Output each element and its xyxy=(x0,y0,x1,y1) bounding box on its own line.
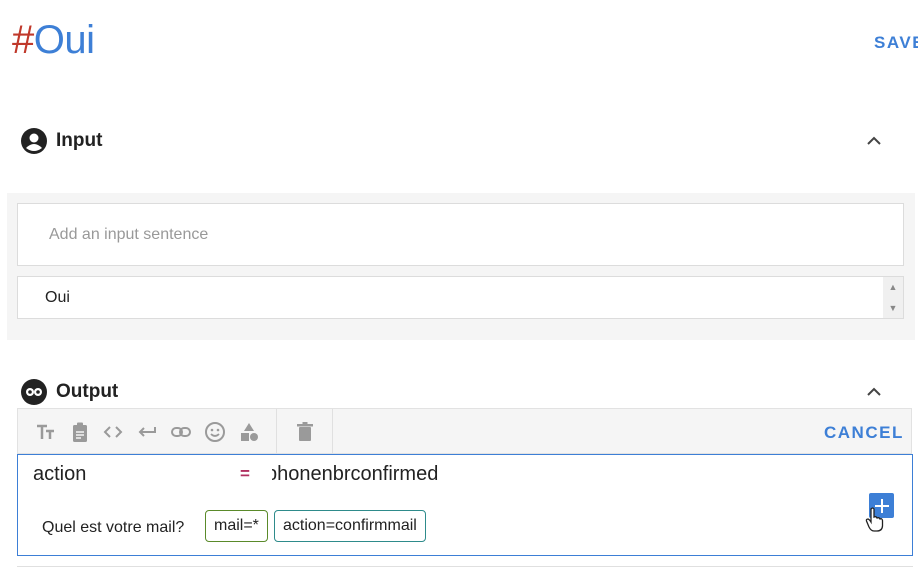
action-value[interactable]: phonenbrconfirmed xyxy=(272,463,438,485)
toolbar-separator xyxy=(332,409,333,453)
action-key[interactable]: action xyxy=(33,463,86,486)
output-section-title: Output xyxy=(56,381,119,402)
action-chip[interactable]: action=confirmmail xyxy=(274,510,426,542)
spin-up-icon[interactable]: ▲ xyxy=(889,282,898,292)
code-icon[interactable] xyxy=(102,421,124,443)
output-section-header[interactable]: Output xyxy=(20,377,118,407)
account-circle-icon xyxy=(21,128,47,154)
save-button[interactable]: SAVE xyxy=(874,33,918,53)
output-editor[interactable]: action = phonenbrconfirmed Quel est votr… xyxy=(17,454,913,556)
sentence-spinner[interactable]: ▲ ▼ xyxy=(883,277,903,318)
trash-icon[interactable] xyxy=(294,421,316,443)
chevron-up-icon[interactable] xyxy=(864,382,884,402)
input-section-title: Input xyxy=(56,130,103,151)
text-format-icon[interactable] xyxy=(35,421,57,443)
chevron-up-icon[interactable] xyxy=(864,131,884,151)
input-section-header[interactable]: Input xyxy=(20,126,102,156)
bot-icon xyxy=(21,379,47,405)
link-icon[interactable] xyxy=(170,421,192,443)
clipboard-icon[interactable] xyxy=(69,421,91,443)
action-value-field[interactable]: phonenbrconfirmed xyxy=(272,463,472,486)
toolbar-separator xyxy=(276,409,277,453)
return-icon[interactable] xyxy=(136,421,158,443)
title-name: Oui xyxy=(33,18,95,62)
hand-cursor-icon xyxy=(865,507,884,532)
sentence-field[interactable]: Oui xyxy=(17,276,904,319)
spin-down-icon[interactable]: ▼ xyxy=(889,303,898,313)
title-hash: # xyxy=(12,18,34,62)
add-sentence-input[interactable]: Add an input sentence xyxy=(17,203,904,266)
output-toolbar: CANCEL xyxy=(17,408,912,454)
page-title: #Oui xyxy=(12,18,95,63)
shapes-icon[interactable] xyxy=(238,421,260,443)
emoji-icon[interactable] xyxy=(204,421,226,443)
quick-reply-text[interactable]: Quel est votre mail? xyxy=(42,519,184,537)
mail-chip[interactable]: mail=* xyxy=(205,510,268,542)
cancel-button[interactable]: CANCEL xyxy=(824,423,904,443)
next-entry-edge xyxy=(17,566,913,571)
action-operator: = xyxy=(240,464,250,483)
